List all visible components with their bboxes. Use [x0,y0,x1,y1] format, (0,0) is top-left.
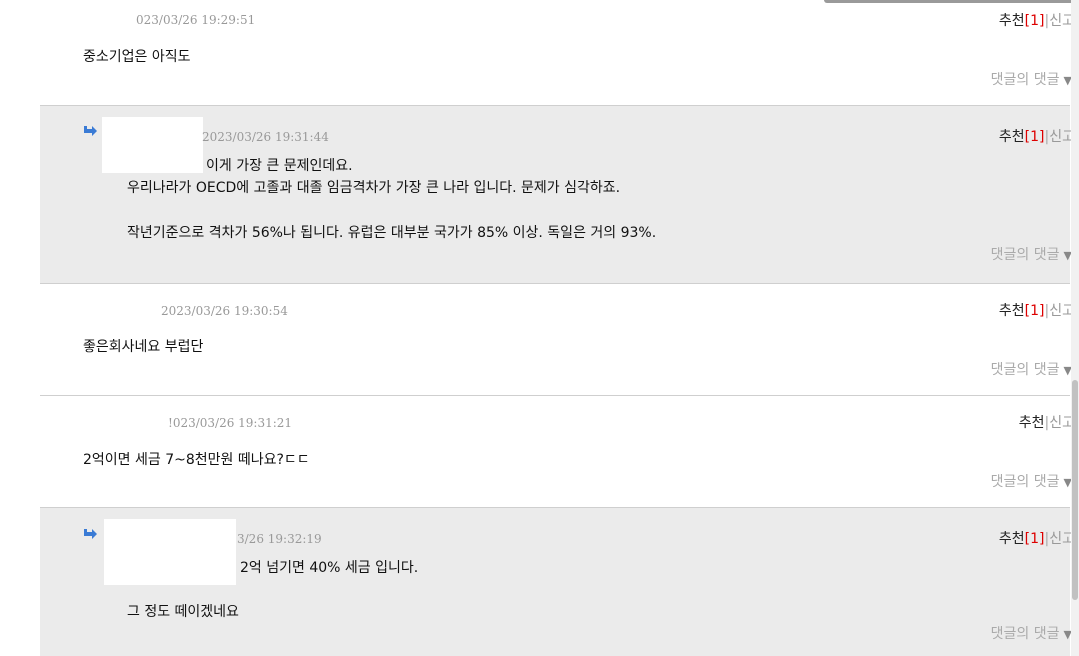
reply-arrow-icon [84,529,97,539]
comment-actions: 추천[1]|신고 [999,300,1075,320]
reply-to-comment-button[interactable]: 댓글의 댓글 ▼ [991,69,1072,89]
recommend-count: [1] [1024,531,1045,547]
comment-text: 중소기업은 아직도 [83,49,191,65]
reply-to-comment-button[interactable]: 댓글의 댓글 ▼ [991,623,1072,643]
recommend-count: [1] [1024,129,1045,145]
reply-to-comment-label: 댓글의 댓글 [990,362,1060,378]
reply-to-comment-label: 댓글의 댓글 [990,72,1060,88]
recommend-count: [1] [1024,13,1045,29]
comment-text: 우리나라가 OECD에 고졸과 대졸 임금격차가 가장 큰 나라 입니다. 문제… [127,180,621,196]
comment-item: 023/03/26 19:29:51 중소기업은 아직도 추천[1]|신고 댓글… [40,0,1075,105]
comment-actions: 추천[1]|신고 [999,528,1075,548]
comment-actions: 추천|신고 [1019,412,1075,432]
comment-actions: 추천[1]|신고 [999,10,1075,30]
comment-date: !023/03/26 19:31:21 [168,416,293,430]
comment-date: 2023/03/26 19:31:44 [202,130,329,144]
reply-to-comment-label: 댓글의 댓글 [990,474,1060,490]
comment-date: 3/26 19:32:19 [237,532,322,546]
comment-item: !023/03/26 19:31:21 2억이면 세금 7~8천만원 떼나요?ㄷ… [40,396,1075,507]
comment-text: 작년기준으로 격차가 56%나 됩니다. 유럽은 대부분 국가가 85% 이상.… [127,225,657,241]
reply-to-comment-label: 댓글의 댓글 [990,626,1060,642]
comment-text: 2억 넘기면 40% 세금 입니다. [240,560,419,576]
reply-comment-item: 3/26 19:32:19 2억 넘기면 40% 세금 입니다. 그 정도 떼이… [40,508,1075,656]
reply-to-comment-button[interactable]: 댓글의 댓글 ▼ [991,471,1072,491]
vertical-scrollbar[interactable] [1071,0,1079,656]
recommend-button[interactable]: 추천 [999,129,1025,145]
scrollbar-thumb[interactable] [1072,380,1078,600]
avatar [102,117,203,173]
avatar [104,519,236,585]
recommend-button[interactable]: 추천 [999,531,1025,547]
reply-to-comment-button[interactable]: 댓글의 댓글 ▼ [991,244,1072,264]
comment-text: 이게 가장 큰 문제인데요. [206,158,353,174]
comment-text: 그 정도 떼이겠네요 [127,604,239,620]
comment-item: 2023/03/26 19:30:54 좋은회사네요 부럽단 추천[1]|신고 … [40,284,1075,395]
comment-text: 좋은회사네요 부럽단 [83,339,204,355]
reply-comment-item: 2023/03/26 19:31:44 이게 가장 큰 문제인데요. 우리나라가… [40,106,1075,283]
comment-date: 023/03/26 19:29:51 [136,13,256,27]
comment-text: 2억이면 세금 7~8천만원 떼나요?ㄷㄷ [83,452,310,468]
reply-to-comment-label: 댓글의 댓글 [990,247,1060,263]
recommend-button[interactable]: 추천 [999,13,1025,29]
recommend-count: [1] [1024,303,1045,319]
reply-arrow-icon [84,126,97,136]
reply-to-comment-button[interactable]: 댓글의 댓글 ▼ [991,359,1072,379]
recommend-button[interactable]: 추천 [1019,415,1045,431]
comment-date: 2023/03/26 19:30:54 [161,304,288,318]
recommend-button[interactable]: 추천 [999,303,1025,319]
comment-actions: 추천[1]|신고 [999,126,1075,146]
